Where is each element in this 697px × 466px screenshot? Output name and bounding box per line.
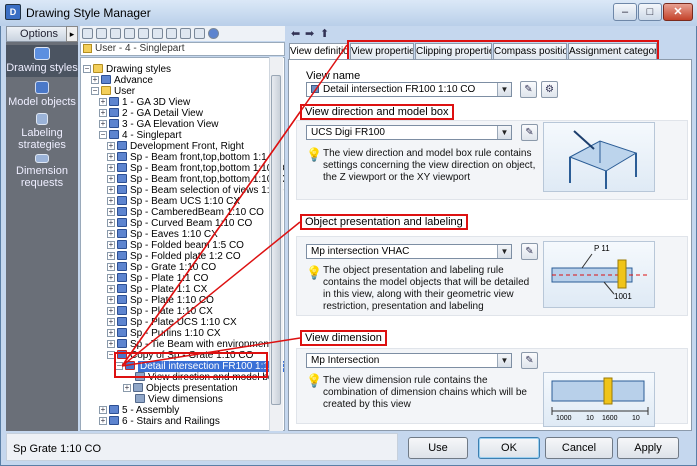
- callout-lines: [121, 44, 348, 367]
- callout-line-dimension: [121, 337, 301, 367]
- callout-line-direction: [121, 111, 301, 367]
- callout-line-presentation: [121, 221, 301, 367]
